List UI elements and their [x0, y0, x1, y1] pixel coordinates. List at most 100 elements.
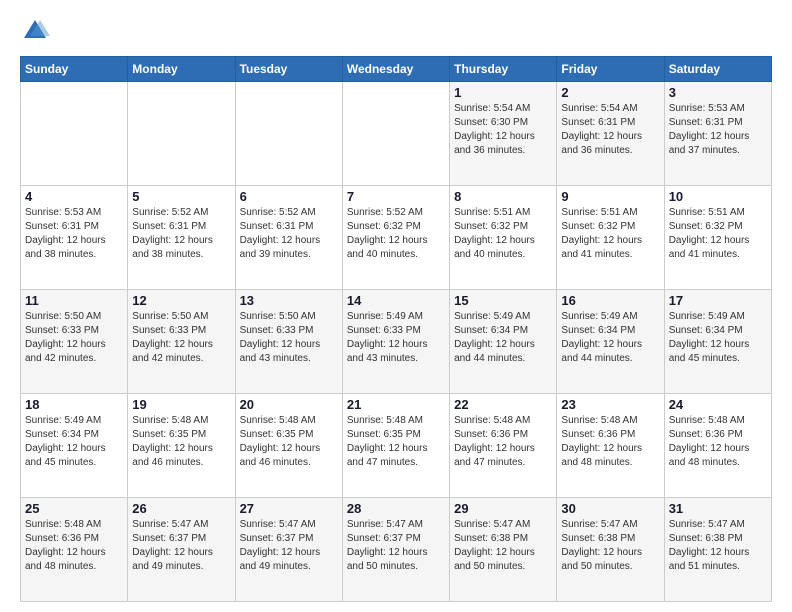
day-info: Sunrise: 5:51 AM Sunset: 6:32 PM Dayligh…: [561, 206, 659, 262]
day-info: Sunrise: 5:47 AM Sunset: 6:37 PM Dayligh…: [240, 518, 338, 574]
day-info: Sunrise: 5:50 AM Sunset: 6:33 PM Dayligh…: [132, 310, 230, 366]
calendar-cell: 8 Sunrise: 5:51 AM Sunset: 6:32 PM Daylig…: [450, 186, 557, 290]
day-info: Sunrise: 5:54 AM Sunset: 6:30 PM Dayligh…: [454, 102, 552, 158]
calendar-cell: [342, 82, 449, 186]
day-number: 20: [240, 397, 338, 412]
calendar-cell: [128, 82, 235, 186]
calendar-week-row: 25 Sunrise: 5:48 AM Sunset: 6:36 PM Dayli…: [21, 498, 772, 602]
day-number: 31: [669, 501, 767, 516]
day-number: 27: [240, 501, 338, 516]
day-info: Sunrise: 5:48 AM Sunset: 6:36 PM Dayligh…: [25, 518, 123, 574]
calendar-table: SundayMondayTuesdayWednesdayThursdayFrid…: [20, 56, 772, 602]
day-number: 21: [347, 397, 445, 412]
calendar-cell: 11 Sunrise: 5:50 AM Sunset: 6:33 PM Dayli…: [21, 290, 128, 394]
day-info: Sunrise: 5:47 AM Sunset: 6:38 PM Dayligh…: [454, 518, 552, 574]
day-number: 25: [25, 501, 123, 516]
day-number: 26: [132, 501, 230, 516]
calendar-week-row: 1 Sunrise: 5:54 AM Sunset: 6:30 PM Daylig…: [21, 82, 772, 186]
calendar-header-tuesday: Tuesday: [235, 57, 342, 82]
day-number: 18: [25, 397, 123, 412]
logo-icon: [20, 16, 50, 46]
calendar-cell: 26 Sunrise: 5:47 AM Sunset: 6:37 PM Dayli…: [128, 498, 235, 602]
calendar-cell: 22 Sunrise: 5:48 AM Sunset: 6:36 PM Dayli…: [450, 394, 557, 498]
day-info: Sunrise: 5:52 AM Sunset: 6:32 PM Dayligh…: [347, 206, 445, 262]
calendar-cell: 27 Sunrise: 5:47 AM Sunset: 6:37 PM Dayli…: [235, 498, 342, 602]
day-number: 8: [454, 189, 552, 204]
day-number: 9: [561, 189, 659, 204]
day-number: 23: [561, 397, 659, 412]
calendar-cell: 25 Sunrise: 5:48 AM Sunset: 6:36 PM Dayli…: [21, 498, 128, 602]
day-number: 15: [454, 293, 552, 308]
day-info: Sunrise: 5:48 AM Sunset: 6:35 PM Dayligh…: [240, 414, 338, 470]
day-info: Sunrise: 5:51 AM Sunset: 6:32 PM Dayligh…: [669, 206, 767, 262]
day-number: 14: [347, 293, 445, 308]
calendar-header-thursday: Thursday: [450, 57, 557, 82]
calendar-header-sunday: Sunday: [21, 57, 128, 82]
day-number: 3: [669, 85, 767, 100]
day-number: 4: [25, 189, 123, 204]
calendar-header-saturday: Saturday: [664, 57, 771, 82]
calendar-cell: 16Sunrise: 5:49 AM Sunset: 6:34 PM Dayli…: [557, 290, 664, 394]
day-number: 5: [132, 189, 230, 204]
day-number: 29: [454, 501, 552, 516]
calendar-cell: 3 Sunrise: 5:53 AM Sunset: 6:31 PM Daylig…: [664, 82, 771, 186]
day-info: Sunrise: 5:52 AM Sunset: 6:31 PM Dayligh…: [240, 206, 338, 262]
day-info: Sunrise: 5:47 AM Sunset: 6:37 PM Dayligh…: [347, 518, 445, 574]
day-info: Sunrise: 5:48 AM Sunset: 6:36 PM Dayligh…: [454, 414, 552, 470]
day-info: Sunrise: 5:51 AM Sunset: 6:32 PM Dayligh…: [454, 206, 552, 262]
calendar-cell: 2 Sunrise: 5:54 AM Sunset: 6:31 PM Daylig…: [557, 82, 664, 186]
day-info: Sunrise: 5:47 AM Sunset: 6:37 PM Dayligh…: [132, 518, 230, 574]
day-number: 13: [240, 293, 338, 308]
calendar-cell: 12 Sunrise: 5:50 AM Sunset: 6:33 PM Dayli…: [128, 290, 235, 394]
calendar-header-row: SundayMondayTuesdayWednesdayThursdayFrid…: [21, 57, 772, 82]
calendar-cell: 9 Sunrise: 5:51 AM Sunset: 6:32 PM Daylig…: [557, 186, 664, 290]
day-info: Sunrise: 5:49 AM Sunset: 6:34 PM Dayligh…: [669, 310, 767, 366]
day-number: 24: [669, 397, 767, 412]
calendar-cell: 13 Sunrise: 5:50 AM Sunset: 6:33 PM Dayli…: [235, 290, 342, 394]
calendar-cell: 15Sunrise: 5:49 AM Sunset: 6:34 PM Dayli…: [450, 290, 557, 394]
calendar-cell: 20 Sunrise: 5:48 AM Sunset: 6:35 PM Dayli…: [235, 394, 342, 498]
calendar-cell: 14Sunrise: 5:49 AM Sunset: 6:33 PM Dayli…: [342, 290, 449, 394]
day-number: 2: [561, 85, 659, 100]
day-info: Sunrise: 5:53 AM Sunset: 6:31 PM Dayligh…: [669, 102, 767, 158]
day-number: 12: [132, 293, 230, 308]
calendar-cell: 17Sunrise: 5:49 AM Sunset: 6:34 PM Dayli…: [664, 290, 771, 394]
calendar-week-row: 4Sunrise: 5:53 AM Sunset: 6:31 PM Daylig…: [21, 186, 772, 290]
header: [20, 16, 772, 46]
day-number: 6: [240, 189, 338, 204]
day-number: 11: [25, 293, 123, 308]
day-number: 1: [454, 85, 552, 100]
calendar-cell: 19 Sunrise: 5:48 AM Sunset: 6:35 PM Dayli…: [128, 394, 235, 498]
day-info: Sunrise: 5:49 AM Sunset: 6:34 PM Dayligh…: [25, 414, 123, 470]
calendar-cell: 5 Sunrise: 5:52 AM Sunset: 6:31 PM Daylig…: [128, 186, 235, 290]
calendar-header-monday: Monday: [128, 57, 235, 82]
day-number: 19: [132, 397, 230, 412]
calendar-cell: 6 Sunrise: 5:52 AM Sunset: 6:31 PM Daylig…: [235, 186, 342, 290]
calendar-cell: 30Sunrise: 5:47 AM Sunset: 6:38 PM Dayli…: [557, 498, 664, 602]
day-info: Sunrise: 5:48 AM Sunset: 6:35 PM Dayligh…: [132, 414, 230, 470]
day-info: Sunrise: 5:50 AM Sunset: 6:33 PM Dayligh…: [25, 310, 123, 366]
day-info: Sunrise: 5:49 AM Sunset: 6:34 PM Dayligh…: [561, 310, 659, 366]
day-number: 22: [454, 397, 552, 412]
calendar-cell: 4Sunrise: 5:53 AM Sunset: 6:31 PM Daylig…: [21, 186, 128, 290]
day-info: Sunrise: 5:47 AM Sunset: 6:38 PM Dayligh…: [561, 518, 659, 574]
day-info: Sunrise: 5:50 AM Sunset: 6:33 PM Dayligh…: [240, 310, 338, 366]
page: SundayMondayTuesdayWednesdayThursdayFrid…: [0, 0, 792, 612]
day-number: 28: [347, 501, 445, 516]
calendar-week-row: 11 Sunrise: 5:50 AM Sunset: 6:33 PM Dayli…: [21, 290, 772, 394]
calendar-cell: 21 Sunrise: 5:48 AM Sunset: 6:35 PM Dayli…: [342, 394, 449, 498]
day-info: Sunrise: 5:47 AM Sunset: 6:38 PM Dayligh…: [669, 518, 767, 574]
calendar-cell: 31 Sunrise: 5:47 AM Sunset: 6:38 PM Dayli…: [664, 498, 771, 602]
calendar-cell: 24Sunrise: 5:48 AM Sunset: 6:36 PM Dayli…: [664, 394, 771, 498]
day-info: Sunrise: 5:48 AM Sunset: 6:36 PM Dayligh…: [561, 414, 659, 470]
calendar-cell: 10Sunrise: 5:51 AM Sunset: 6:32 PM Dayli…: [664, 186, 771, 290]
calendar-cell: 29 Sunrise: 5:47 AM Sunset: 6:38 PM Dayli…: [450, 498, 557, 602]
day-info: Sunrise: 5:54 AM Sunset: 6:31 PM Dayligh…: [561, 102, 659, 158]
calendar-cell: 18 Sunrise: 5:49 AM Sunset: 6:34 PM Dayli…: [21, 394, 128, 498]
day-number: 7: [347, 189, 445, 204]
calendar-cell: 28 Sunrise: 5:47 AM Sunset: 6:37 PM Dayli…: [342, 498, 449, 602]
day-info: Sunrise: 5:52 AM Sunset: 6:31 PM Dayligh…: [132, 206, 230, 262]
day-info: Sunrise: 5:48 AM Sunset: 6:35 PM Dayligh…: [347, 414, 445, 470]
calendar-week-row: 18 Sunrise: 5:49 AM Sunset: 6:34 PM Dayli…: [21, 394, 772, 498]
calendar-cell: 7 Sunrise: 5:52 AM Sunset: 6:32 PM Daylig…: [342, 186, 449, 290]
